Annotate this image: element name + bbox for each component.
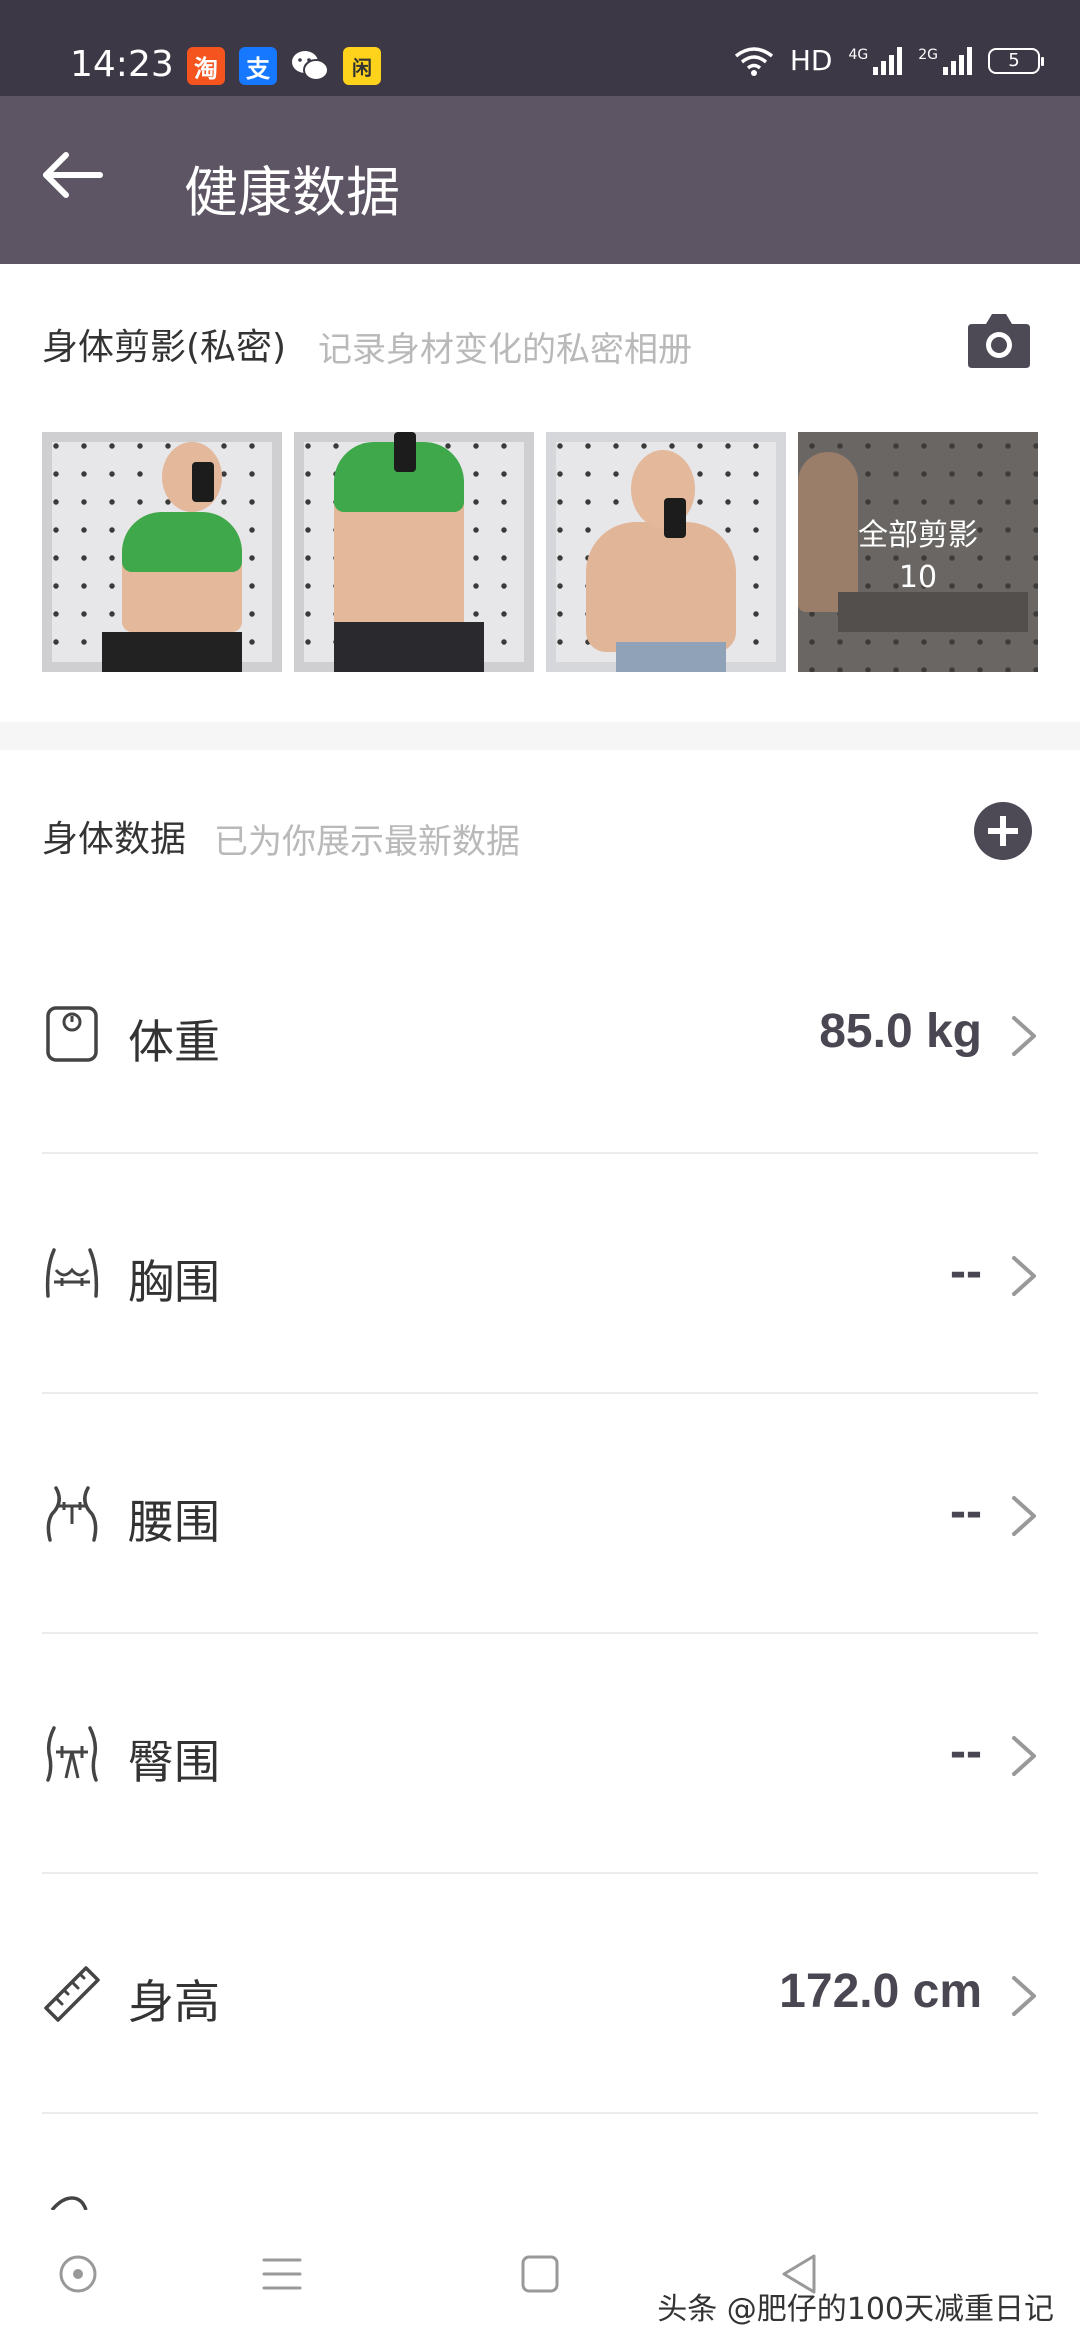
camera-icon <box>968 314 1030 368</box>
nav-assistant-button[interactable] <box>18 2210 138 2340</box>
circle-dot-icon <box>59 2255 97 2293</box>
silhouette-photo[interactable] <box>546 432 786 672</box>
body-data-title: 身体数据 <box>42 819 187 860</box>
hd-label: HD <box>789 44 833 77</box>
status-indicators: HD 4G 2G 5 <box>734 44 1044 77</box>
chevron-right-icon <box>1012 1256 1036 1296</box>
row-label: 体重 <box>128 1015 220 1069</box>
ruler-icon <box>44 1966 100 2022</box>
row-value: 85.0 kg <box>819 1005 982 1058</box>
menu-icon <box>262 2258 302 2290</box>
chevron-right-icon <box>1012 1736 1036 1776</box>
nav-home-button[interactable] <box>480 2210 600 2340</box>
hip-icon <box>46 1726 98 1782</box>
wechat-icon <box>291 47 329 85</box>
row-label: 身高 <box>128 1975 220 2029</box>
net1-label: 4G <box>848 46 869 63</box>
wifi-icon <box>734 46 773 76</box>
page-title: 健康数据 <box>184 161 400 224</box>
all-silhouettes-count: 10 <box>898 560 938 595</box>
all-silhouettes-label: 全部剪影 <box>858 518 978 553</box>
back-arrow-icon <box>43 152 103 198</box>
chevron-right-icon <box>1012 1016 1036 1056</box>
scale-icon <box>46 1006 98 1062</box>
next-row-icon-peek <box>50 2196 88 2210</box>
row-value: 172.0 cm <box>779 1965 982 2018</box>
silhouette-photo-strip: 全部剪影 10 <box>42 432 1038 672</box>
app-icon-yellow: 闲 <box>343 47 381 85</box>
add-data-button[interactable] <box>974 802 1032 860</box>
status-time: 14:23 <box>70 44 174 85</box>
battery-icon: 5 <box>988 47 1044 74</box>
row-height[interactable]: 身高 172.0 cm <box>42 1874 1038 2114</box>
chevron-right-icon <box>1012 1496 1036 1536</box>
body-data-subtitle: 已为你展示最新数据 <box>214 822 520 862</box>
chevron-right-icon <box>1012 1976 1036 2016</box>
row-weight[interactable]: 体重 85.0 kg <box>42 914 1038 1154</box>
row-hip[interactable]: 臀围 -- <box>42 1634 1038 1874</box>
silhouette-subtitle: 记录身材变化的私密相册 <box>318 330 692 370</box>
taobao-icon: 淘 <box>187 47 225 85</box>
status-bar: 14:23 淘 支 闲 HD 4G 2G 5 <box>0 0 1080 96</box>
silhouette-title: 身体剪影(私密) <box>42 327 287 368</box>
alipay-icon: 支 <box>239 47 277 85</box>
signal-2g-icon: 2G <box>918 46 972 75</box>
body-data-list: 体重 85.0 kg 胸围 -- 腰围 -- 臀围 -- 身高 172.0 cm <box>42 914 1038 2114</box>
row-label: 臀围 <box>128 1735 220 1789</box>
chest-icon <box>45 1248 99 1298</box>
signal-4g-icon: 4G <box>848 46 903 75</box>
section-divider <box>0 722 1080 750</box>
row-value: -- <box>950 1725 982 1778</box>
row-value: -- <box>950 1245 982 1298</box>
row-label: 腰围 <box>128 1495 220 1549</box>
row-value: -- <box>950 1485 982 1538</box>
net2-label: 2G <box>918 46 938 63</box>
nav-menu-button[interactable] <box>222 2210 342 2340</box>
row-label: 胸围 <box>128 1255 220 1309</box>
square-icon <box>521 2255 559 2293</box>
row-waist[interactable]: 腰围 -- <box>42 1394 1038 1634</box>
all-silhouettes-button[interactable]: 全部剪影 10 <box>798 432 1038 672</box>
silhouette-photo[interactable] <box>294 432 534 672</box>
notification-app-icons: 淘 支 闲 <box>187 47 381 85</box>
row-chest[interactable]: 胸围 -- <box>42 1154 1038 1394</box>
watermark-text: 头条 @肥仔的100天减重日记 <box>657 2292 1054 2327</box>
camera-button[interactable] <box>966 310 1032 370</box>
silhouette-photo[interactable] <box>42 432 282 672</box>
waist-icon <box>46 1486 98 1542</box>
back-button[interactable] <box>38 140 118 220</box>
app-header: 健康数据 <box>0 96 1080 264</box>
